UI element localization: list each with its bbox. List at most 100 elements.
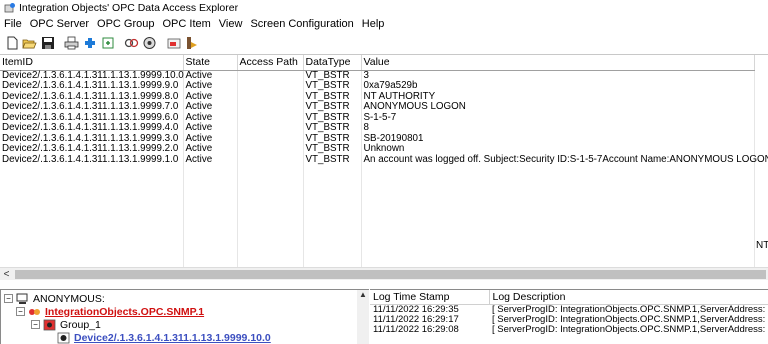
log-description: [ ServerProgID: IntegrationObjects.OPC.S… [492, 314, 768, 325]
new-icon[interactable] [3, 35, 20, 52]
column-header-access-path[interactable]: Access Path [237, 55, 304, 71]
collapse-icon[interactable]: − [31, 320, 40, 329]
table-row[interactable]: Device2/.1.3.6.1.4.1.311.1.13.1.9999.2.0… [0, 143, 755, 155]
column-header-datatype[interactable]: DataType [303, 55, 362, 71]
horizontal-scrollbar[interactable]: < [0, 267, 768, 280]
column-header-state[interactable]: State [183, 55, 238, 71]
cell-datatype: VT_BSTR [303, 154, 362, 165]
empty-row [0, 249, 755, 260]
cell-access-path [237, 133, 304, 144]
cell-value: S-1-5-7 [361, 112, 755, 123]
tree-node-group[interactable]: − Group_1 [31, 318, 101, 331]
app-icon [4, 2, 16, 14]
table-row[interactable]: Device2/.1.3.6.1.4.1.311.1.13.1.9999.1.0… [0, 154, 768, 165]
cell-state: Active [183, 80, 238, 92]
menu-bar: File OPC Server OPC Group OPC Item View … [0, 15, 768, 32]
connect-icon[interactable] [123, 35, 140, 52]
cell-value: 3 [361, 69, 755, 81]
cell-access-path [237, 102, 304, 113]
table-row[interactable]: Device2/.1.3.6.1.4.1.311.1.13.1.9999.9.0… [0, 80, 755, 92]
empty-row [0, 175, 755, 186]
cell-datatype: VT_BSTR [303, 143, 362, 155]
table-row[interactable]: Device2/.1.3.6.1.4.1.311.1.13.1.9999.4.0… [0, 122, 755, 134]
menu-opc-item[interactable]: OPC Item [159, 18, 215, 30]
column-header-value[interactable]: Value [361, 55, 755, 71]
properties-icon[interactable] [165, 35, 182, 52]
items-grid: ItemID State Access Path DataType Value … [0, 54, 768, 267]
collapse-icon[interactable]: − [4, 294, 13, 303]
cell-access-path [237, 123, 304, 134]
empty-row [0, 228, 755, 239]
log-description: [ ServerProgID: IntegrationObjects.OPC.S… [492, 304, 768, 315]
cell-access-path [237, 144, 304, 155]
server-icon [28, 306, 41, 318]
toolbar [0, 32, 768, 54]
menu-help[interactable]: Help [358, 18, 389, 30]
add-group-icon[interactable] [99, 35, 116, 52]
log-row[interactable]: 11/11/2022 16:29:08 [ ServerProgID: Inte… [370, 325, 768, 335]
tree-node-item[interactable]: Device2/.1.3.6.1.4.1.311.1.13.1.9999.10.… [57, 331, 271, 344]
menu-file[interactable]: File [0, 18, 26, 30]
scroll-up-icon[interactable]: ▲ [357, 290, 369, 299]
cell-value: SB-20190801 [361, 133, 755, 144]
save-icon[interactable] [39, 35, 56, 52]
column-header-itemid[interactable]: ItemID [0, 55, 184, 71]
log-row[interactable]: 11/11/2022 16:29:17 [ ServerProgID: Inte… [370, 315, 768, 325]
tree-root-label: ANONYMOUS: [33, 292, 105, 305]
tree-node-server[interactable]: − IntegrationObjects.OPC.SNMP.1 [16, 305, 204, 318]
empty-row [0, 238, 755, 249]
print-icon[interactable] [63, 35, 80, 52]
log-row[interactable]: 11/11/2022 16:29:35 [ ServerProgID: Inte… [370, 304, 768, 315]
collapse-icon[interactable]: − [16, 307, 25, 316]
cell-value: An account was logged off. Subject:Secur… [361, 154, 768, 165]
cell-itemid: Device2/.1.3.6.1.4.1.311.1.13.1.9999.9.0 [0, 80, 184, 92]
cell-state: Active [183, 122, 238, 134]
column-header-log-time[interactable]: Log Time Stamp [370, 290, 490, 305]
tree-group-label: Group_1 [60, 318, 101, 331]
scrollbar-thumb[interactable] [15, 269, 766, 279]
menu-opc-server[interactable]: OPC Server [26, 18, 93, 30]
log-description: [ ServerProgID: IntegrationObjects.OPC.S… [492, 324, 768, 335]
browse-icon[interactable] [141, 35, 158, 52]
log-time: 11/11/2022 16:29:17 [373, 314, 459, 325]
menu-screen-configuration[interactable]: Screen Configuration [246, 18, 357, 30]
empty-row [0, 186, 755, 197]
empty-row [0, 217, 755, 228]
menu-opc-group[interactable]: OPC Group [93, 18, 158, 30]
column-header-log-description[interactable]: Log Description [489, 290, 768, 305]
cell-access-path [237, 81, 304, 92]
title-bar: Integration Objects' OPC Data Access Exp… [0, 0, 768, 15]
cell-value: 0xa79a529b [361, 80, 755, 92]
open-icon[interactable] [21, 35, 38, 52]
scroll-left-icon[interactable]: < [0, 269, 13, 280]
log-time: 11/11/2022 16:29:08 [373, 324, 459, 335]
cell-access-path [237, 112, 304, 123]
empty-row [0, 259, 755, 267]
menu-view[interactable]: View [215, 18, 247, 30]
server-tree: − ANONYMOUS: − IntegrationObjects.OPC.SN… [0, 289, 357, 344]
cell-value: 8 [361, 122, 755, 134]
group-icon [43, 319, 56, 331]
cell-state: Active [183, 154, 238, 165]
tree-vertical-scrollbar[interactable]: ▲ [357, 289, 369, 344]
empty-row [0, 196, 755, 207]
log-time: 11/11/2022 16:29:35 [373, 304, 459, 315]
cell-itemid: Device2/.1.3.6.1.4.1.311.1.13.1.9999.7.0 [0, 101, 184, 113]
tree-server-label: IntegrationObjects.OPC.SNMP.1 [45, 305, 205, 318]
cell-access-path [237, 69, 304, 81]
cell-datatype: VT_BSTR [303, 80, 362, 92]
cell-datatype: VT_BSTR [303, 122, 362, 134]
cell-access-path [237, 154, 304, 165]
cell-state: Active [183, 143, 238, 155]
write-icon[interactable] [183, 35, 200, 52]
cell-access-path [237, 91, 304, 102]
tree-node-root[interactable]: − ANONYMOUS: [4, 292, 105, 305]
table-row[interactable]: Device2/.1.3.6.1.4.1.311.1.13.1.9999.7.0… [0, 101, 755, 113]
tree-item-label: Device2/.1.3.6.1.4.1.311.1.13.1.9999.10.… [74, 331, 271, 344]
add-icon[interactable] [81, 35, 98, 52]
window-title: Integration Objects' OPC Data Access Exp… [19, 1, 239, 14]
cell-itemid: Device2/.1.3.6.1.4.1.311.1.13.1.9999.4.0 [0, 122, 184, 134]
computer-icon [16, 293, 29, 305]
cell-value: ANONYMOUS LOGON [361, 101, 755, 113]
cell-itemid: Device2/.1.3.6.1.4.1.311.1.13.1.9999.2.0 [0, 143, 184, 155]
